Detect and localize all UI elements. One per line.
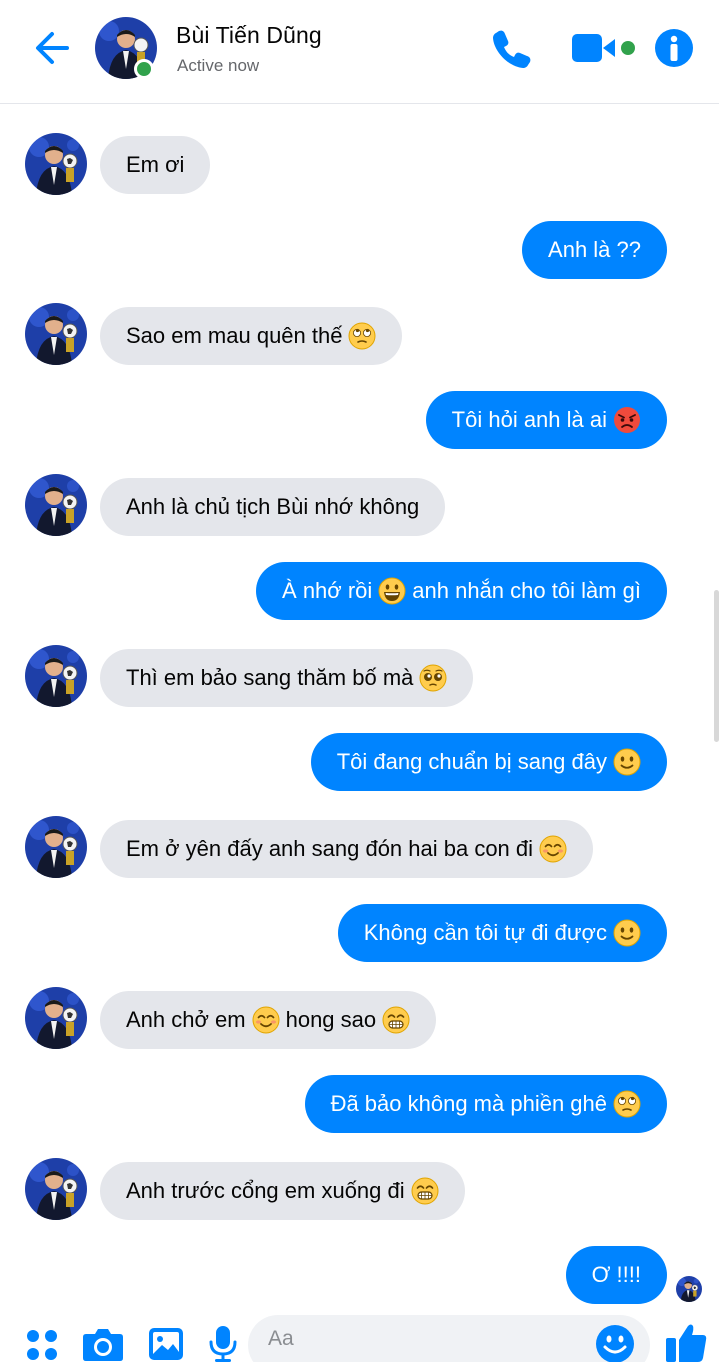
message-text: Đã bảo không mà phiền ghê <box>330 1091 607 1116</box>
smiling-blush-emoji-icon <box>539 835 567 863</box>
sender-avatar[interactable] <box>25 1158 87 1220</box>
beaming-grin-emoji-icon <box>382 1006 410 1034</box>
outgoing-message[interactable]: Anh là ?? <box>522 221 667 279</box>
seen-receipt-avatar <box>676 1276 702 1302</box>
video-camera-icon <box>572 34 635 62</box>
voice-call-button[interactable] <box>490 26 534 70</box>
message-text: Anh là chủ tịch Bùi nhớ không <box>126 494 420 519</box>
sender-avatar[interactable] <box>25 816 87 878</box>
microphone-icon <box>209 1326 237 1362</box>
phone-icon <box>493 30 531 68</box>
message-text: Anh trước cổng em xuống đi <box>126 1178 405 1203</box>
info-button[interactable] <box>654 28 694 68</box>
incoming-message[interactable]: Em ở yên đấy anh sang đón hai ba con đi <box>100 820 594 878</box>
message-input[interactable] <box>248 1315 650 1362</box>
incoming-message[interactable]: Anh trước cổng em xuống đi <box>100 1162 465 1220</box>
smiling-blush-emoji-icon <box>252 1006 280 1034</box>
thumbs-up-icon <box>666 1324 707 1362</box>
camera-icon <box>83 1329 123 1361</box>
grinning-face-emoji-icon <box>378 577 406 605</box>
scrollbar-thumb[interactable] <box>714 590 719 742</box>
pleading-face-emoji-icon <box>419 664 447 692</box>
contact-name[interactable]: Bùi Tiến Dũng <box>176 22 322 49</box>
back-arrow-icon <box>36 32 69 64</box>
message-text: Anh là ?? <box>548 237 641 262</box>
sender-avatar[interactable] <box>25 474 87 536</box>
camera-button[interactable] <box>82 1326 124 1362</box>
outgoing-message[interactable]: Tôi hỏi anh là ai <box>425 391 667 449</box>
menu-dots-icon <box>27 1330 57 1360</box>
sender-avatar[interactable] <box>25 303 87 365</box>
gallery-button[interactable] <box>147 1326 185 1362</box>
outgoing-message[interactable]: Không cần tôi tự đi được <box>337 904 667 962</box>
emoji-picker-button[interactable] <box>595 1324 635 1362</box>
voice-message-button[interactable] <box>208 1325 238 1362</box>
beaming-grin-emoji-icon <box>411 1177 439 1205</box>
message-text: Không cần tôi tự đi được <box>363 920 607 945</box>
sender-avatar[interactable] <box>25 133 87 195</box>
eye-roll-emoji-icon <box>613 1090 641 1118</box>
more-actions-button[interactable] <box>24 1327 60 1362</box>
angry-face-emoji-icon <box>613 406 641 434</box>
incoming-message[interactable]: Sao em mau quên thế <box>100 307 403 365</box>
video-call-button[interactable] <box>570 30 640 66</box>
message-text: Tôi hỏi anh là ai <box>451 407 607 432</box>
incoming-message[interactable]: Thì em bảo sang thăm bố mà <box>100 649 474 707</box>
incoming-message[interactable]: Anh chở em hong sao <box>100 991 437 1049</box>
incoming-message[interactable]: Em ơi <box>100 136 211 194</box>
message-text-after: anh nhắn cho tôi làm gì <box>412 578 641 603</box>
message-text: Tôi đang chuẩn bị sang đây <box>336 749 607 774</box>
incoming-message[interactable]: Anh là chủ tịch Bùi nhớ không <box>100 478 446 536</box>
message-text: Ơ !!!! <box>591 1262 641 1287</box>
outgoing-message[interactable]: Ơ !!!! <box>565 1246 667 1304</box>
back-button[interactable] <box>30 28 74 68</box>
sender-avatar[interactable] <box>25 645 87 707</box>
eye-roll-emoji-icon <box>348 322 376 350</box>
message-text: Em ơi <box>126 152 185 177</box>
conversation-header: Bùi Tiến Dũng Active now <box>0 0 719 104</box>
emoji-icon <box>596 1325 634 1362</box>
like-button[interactable] <box>664 1322 708 1362</box>
gallery-icon <box>149 1328 183 1360</box>
sender-avatar[interactable] <box>25 987 87 1049</box>
info-icon <box>655 29 693 67</box>
message-text: Em ở yên đấy anh sang đón hai ba con đi <box>126 836 534 861</box>
message-text: Sao em mau quên thế <box>126 323 343 348</box>
contact-status: Active now <box>177 56 260 74</box>
message-text-before: Anh chở em <box>126 1007 246 1032</box>
active-status-dot <box>134 59 154 79</box>
slight-smile-emoji-icon <box>613 748 641 776</box>
message-text-before: À nhớ rồi <box>282 578 373 603</box>
outgoing-message[interactable]: Đã bảo không mà phiền ghê <box>304 1075 667 1133</box>
outgoing-message[interactable]: À nhớ rồi anh nhắn cho tôi làm gì <box>256 562 667 620</box>
outgoing-message[interactable]: Tôi đang chuẩn bị sang đây <box>310 733 667 791</box>
message-text: Thì em bảo sang thăm bố mà <box>126 665 414 690</box>
slight-smile-emoji-icon <box>613 919 641 947</box>
message-text-after: hong sao <box>285 1007 377 1032</box>
